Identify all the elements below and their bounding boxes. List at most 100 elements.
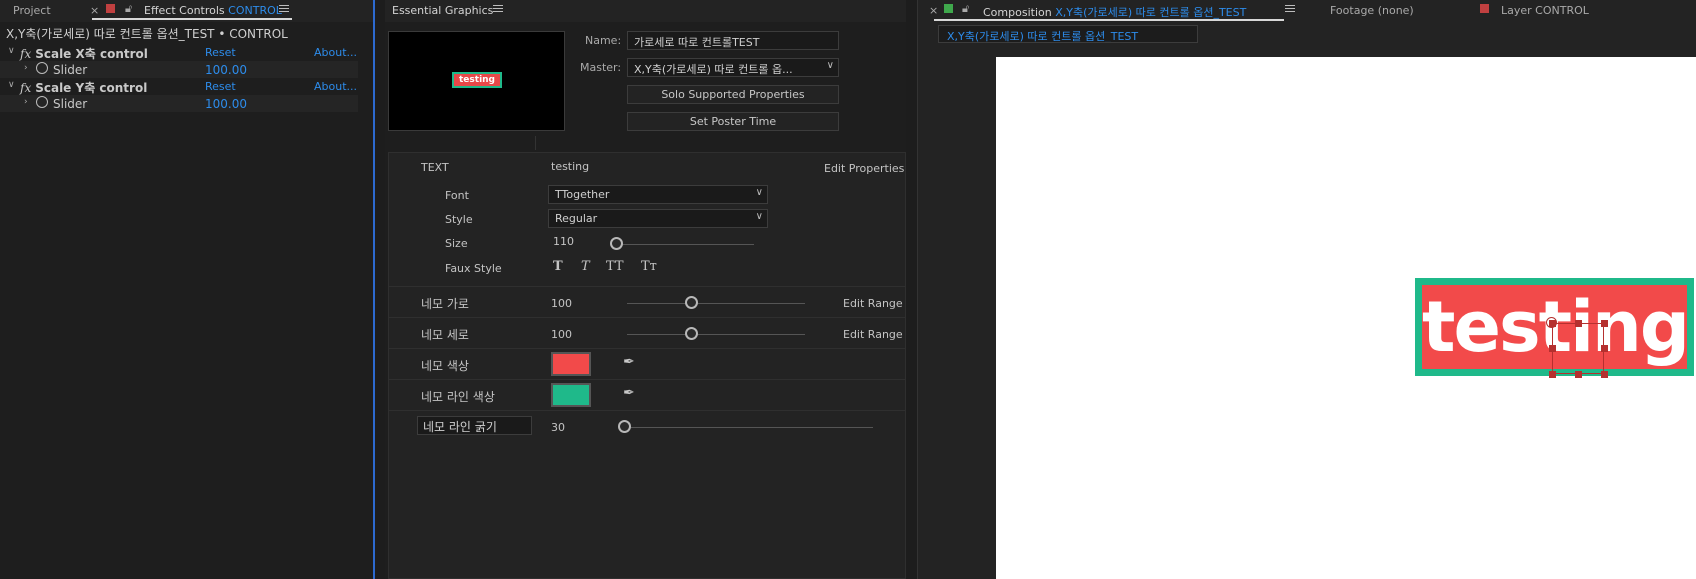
property-row: 네모 가로 100 Edit Range: [389, 287, 905, 318]
panel-menu-icon[interactable]: [493, 3, 503, 13]
anchor-point-icon[interactable]: [1546, 317, 1557, 328]
all-caps-icon[interactable]: TT: [606, 259, 624, 274]
param-value[interactable]: 100.00: [205, 63, 247, 77]
panel-focus-border: [373, 0, 375, 579]
transform-handle[interactable]: [1575, 371, 1582, 378]
font-value: TTogether: [555, 188, 610, 201]
master-label: Master:: [580, 61, 622, 74]
stopwatch-icon[interactable]: [36, 62, 48, 74]
text-label: TEXT: [421, 161, 449, 174]
effect-name: fx Scale Y축 control: [20, 79, 147, 96]
thumbnail-text: testing: [454, 74, 500, 86]
property-row: 네모 라인 색상 ✒︎: [389, 380, 905, 411]
property-value[interactable]: 30: [551, 421, 565, 434]
box-color-swatch[interactable]: [551, 352, 591, 376]
comp-subtab[interactable]: X,Y축(가로세로) 따로 컨트롤 옵션_TEST: [938, 25, 1198, 43]
property-slider-knob[interactable]: [618, 420, 631, 433]
tab-effect-controls[interactable]: Effect Controls CONTROL: [144, 4, 282, 17]
poster-thumbnail: testing: [388, 31, 565, 131]
size-slider-knob[interactable]: [610, 237, 623, 250]
effect-row[interactable]: ∨ fx Scale X축 control Reset About...: [0, 44, 358, 61]
transform-handle[interactable]: [1601, 320, 1608, 327]
essential-graphics-tabbar: Essential Graphics: [385, 0, 906, 22]
lock-icon[interactable]: 🔓︎: [962, 2, 969, 16]
font-dropdown[interactable]: TTogether ∨: [548, 185, 768, 204]
property-slider-knob[interactable]: [685, 296, 698, 309]
thumbnail-box: testing: [452, 72, 502, 88]
solo-supported-properties-button[interactable]: Solo Supported Properties: [627, 85, 839, 104]
edit-range-link[interactable]: Edit Range: [843, 297, 903, 310]
text-value: testing: [551, 160, 590, 173]
stopwatch-icon[interactable]: [36, 96, 48, 108]
tab-project[interactable]: Project: [13, 4, 51, 17]
about-button[interactable]: About...: [314, 80, 357, 93]
tab-composition-name: X,Y축(가로세로) 따로 컨트롤 옵션_TEST: [1055, 6, 1247, 19]
property-label-field[interactable]: 네모 라인 굵기: [417, 416, 532, 435]
property-label: 네모 세로: [421, 328, 469, 342]
size-label: Size: [445, 237, 468, 250]
effect-row[interactable]: ∨ fx Scale Y축 control Reset About...: [0, 78, 358, 95]
effect-name-label: Scale Y축 control: [35, 81, 148, 95]
panel-menu-icon[interactable]: [279, 3, 289, 13]
transform-handle[interactable]: [1549, 371, 1556, 378]
property-row: 네모 색상 ✒︎: [389, 349, 905, 380]
property-label: 네모 가로: [421, 297, 469, 311]
about-button[interactable]: About...: [314, 46, 357, 59]
property-slider-knob[interactable]: [685, 327, 698, 340]
chevron-down-icon: ∨: [755, 187, 763, 198]
essential-graphics-panel: Essential Graphics testing Name: 가로세로 따로…: [385, 0, 906, 579]
property-slider-track[interactable]: [627, 334, 805, 335]
tab-effect-controls-label: Effect Controls: [144, 4, 225, 17]
name-field[interactable]: 가로세로 따로 컨트롤TEST: [627, 31, 839, 50]
twirl-closed-icon[interactable]: ›: [24, 63, 28, 73]
size-value[interactable]: 110: [553, 235, 574, 248]
param-label: Slider: [53, 63, 88, 77]
tab-essential-graphics[interactable]: Essential Graphics: [392, 4, 493, 17]
reset-button[interactable]: Reset: [205, 80, 236, 93]
set-poster-time-button[interactable]: Set Poster Time: [627, 112, 839, 131]
tab-effect-controls-layer: CONTROL: [228, 4, 282, 17]
transform-handle[interactable]: [1601, 371, 1608, 378]
transform-handle[interactable]: [1575, 320, 1582, 327]
eyedropper-icon[interactable]: ✒︎: [623, 385, 635, 401]
twirl-open-icon[interactable]: ∨: [8, 80, 15, 90]
small-caps-icon[interactable]: Tт: [641, 259, 657, 274]
property-value[interactable]: 100: [551, 328, 572, 341]
composition-viewer[interactable]: testing: [996, 57, 1696, 579]
effect-name: fx Scale X축 control: [20, 45, 148, 62]
panel-menu-icon[interactable]: [1285, 3, 1295, 13]
twirl-closed-icon[interactable]: ›: [24, 97, 28, 107]
tab-composition[interactable]: Composition X,Y축(가로세로) 따로 컨트롤 옵션_TEST: [983, 4, 1246, 20]
transform-handle[interactable]: [1601, 345, 1608, 352]
tab-layer[interactable]: Layer CONTROL: [1501, 4, 1589, 17]
composition-panel: × 🔓︎ Composition X,Y축(가로세로) 따로 컨트롤 옵션_TE…: [917, 0, 1696, 579]
param-value[interactable]: 100.00: [205, 97, 247, 111]
property-label: 네모 라인 색상: [421, 390, 495, 404]
lock-icon[interactable]: 🔓︎: [125, 2, 132, 16]
active-tab-underline: [934, 19, 1284, 21]
close-icon[interactable]: ×: [929, 4, 938, 17]
selection-bounding-box[interactable]: [1552, 323, 1604, 374]
style-dropdown[interactable]: Regular ∨: [548, 209, 768, 228]
active-tab-underline: [92, 18, 292, 20]
property-slider-track[interactable]: [623, 427, 873, 428]
property-slider-track[interactable]: [627, 303, 805, 304]
text-property-group: TEXT testing Edit Properties Font TToget…: [389, 153, 905, 287]
edit-range-link[interactable]: Edit Range: [843, 328, 903, 341]
tab-footage[interactable]: Footage (none): [1330, 4, 1414, 17]
edit-properties-link[interactable]: Edit Properties: [824, 162, 904, 175]
faux-italic-icon[interactable]: T: [581, 259, 590, 274]
fx-icon[interactable]: fx: [20, 81, 31, 95]
transform-handle[interactable]: [1549, 345, 1556, 352]
property-value[interactable]: 100: [551, 297, 572, 310]
close-icon[interactable]: ×: [90, 4, 99, 17]
fx-icon[interactable]: fx: [20, 47, 31, 61]
size-slider-track[interactable]: [614, 244, 754, 245]
twirl-open-icon[interactable]: ∨: [8, 46, 15, 56]
line-color-swatch[interactable]: [551, 383, 591, 407]
divider: [535, 136, 536, 150]
master-dropdown[interactable]: X,Y축(가로세로) 따로 컨트롤 옵... ∨: [627, 58, 839, 77]
faux-bold-icon[interactable]: T: [553, 259, 563, 274]
eyedropper-icon[interactable]: ✒︎: [623, 354, 635, 370]
reset-button[interactable]: Reset: [205, 46, 236, 59]
